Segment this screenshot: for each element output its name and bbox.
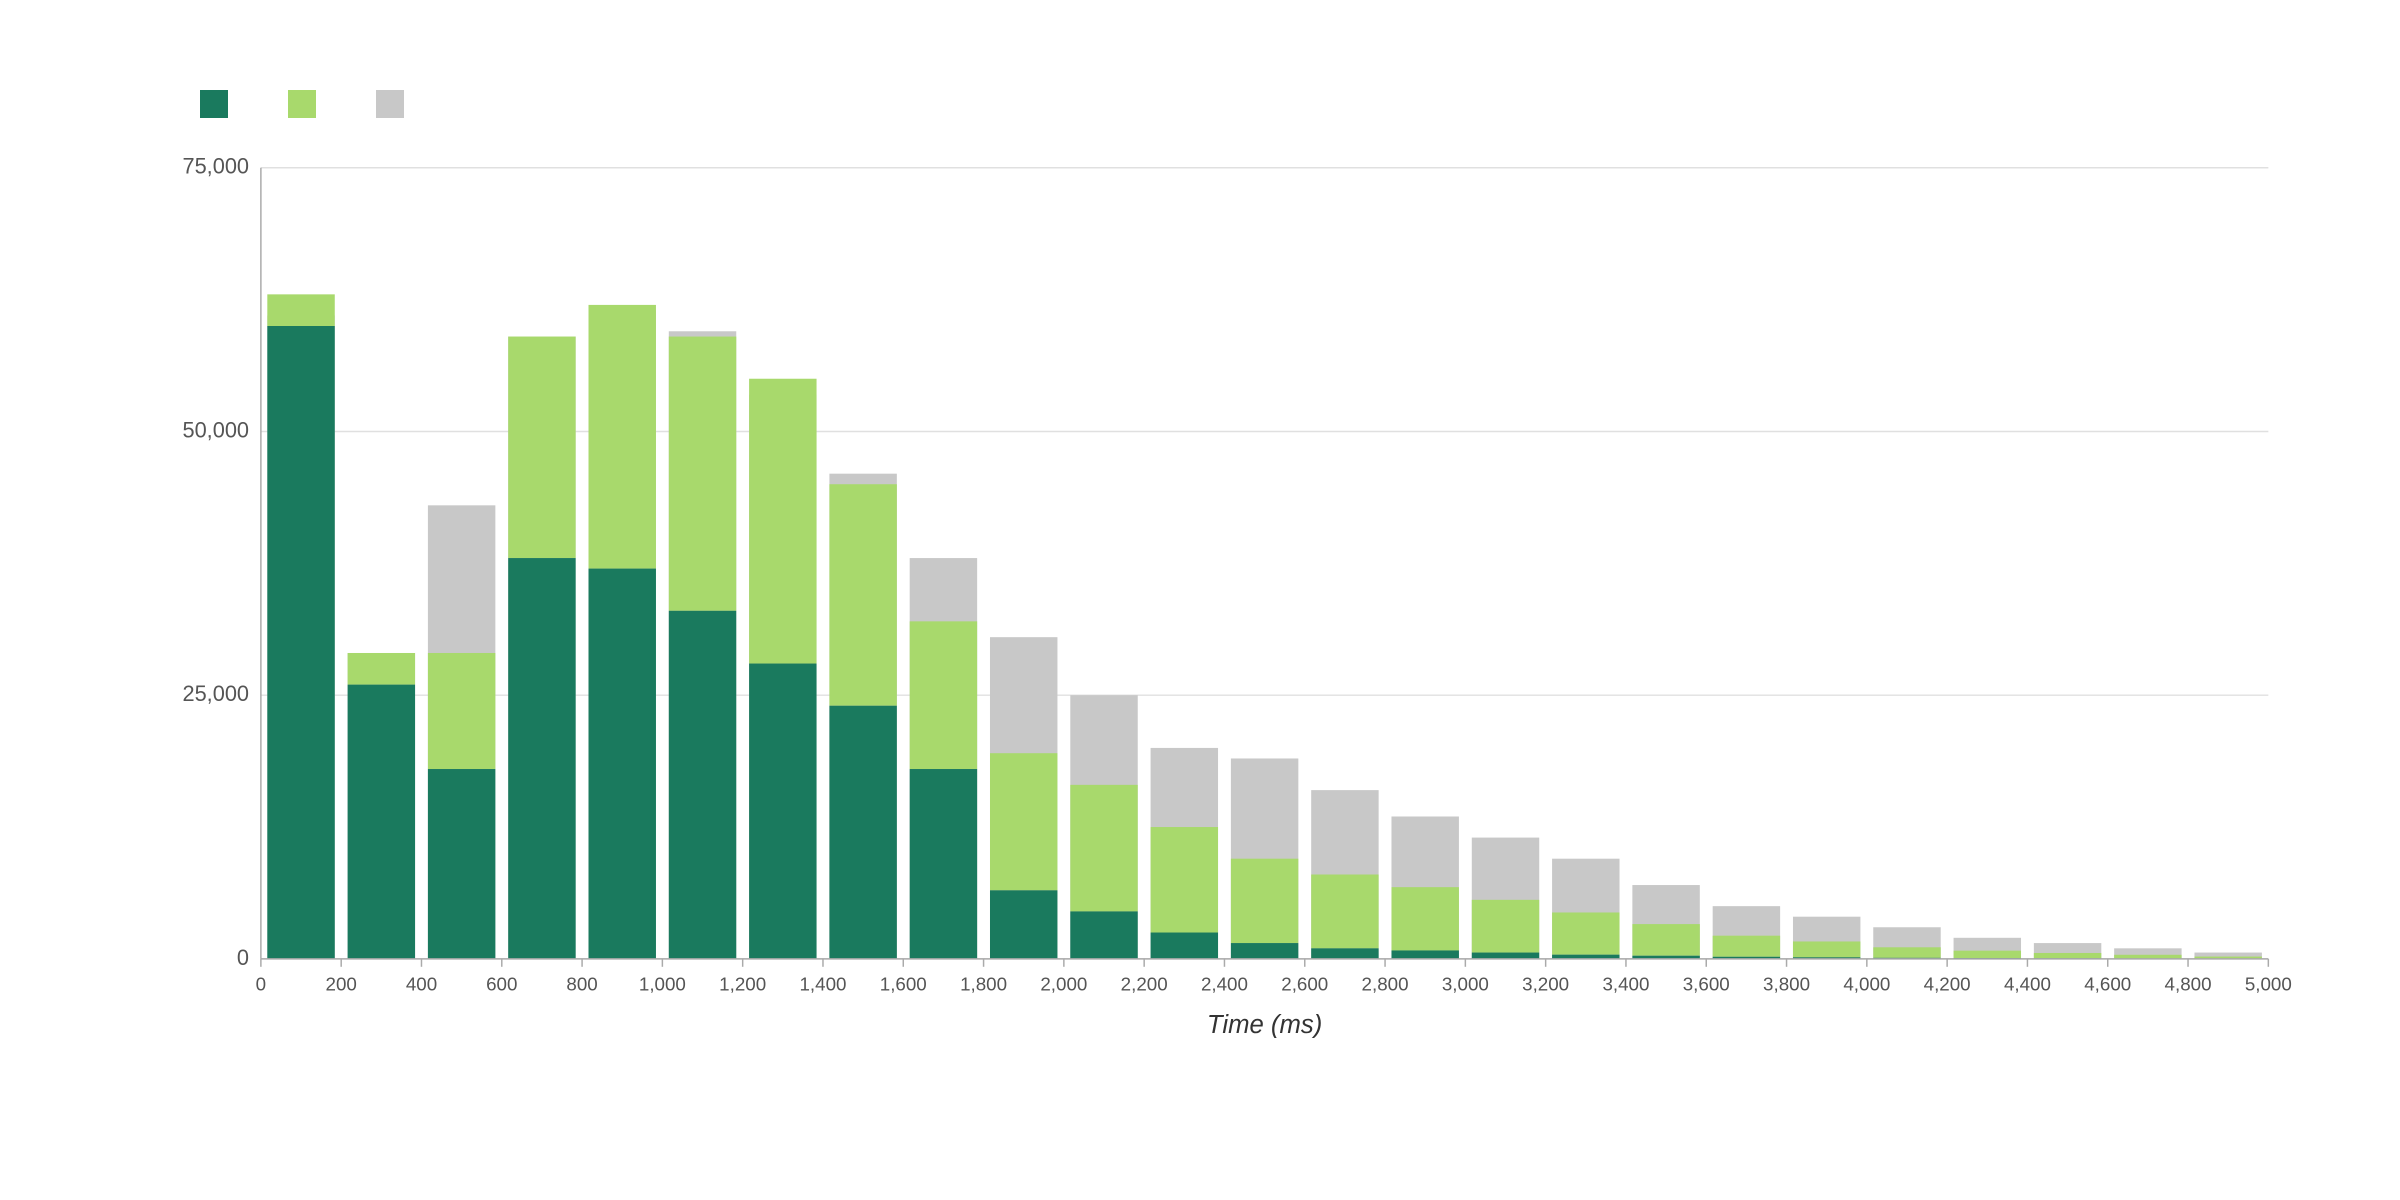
svg-text:25,000: 25,000 bbox=[182, 681, 249, 706]
bar-supported bbox=[990, 753, 1057, 890]
svg-text:2,200: 2,200 bbox=[1121, 974, 1168, 995]
svg-text:2,600: 2,600 bbox=[1281, 974, 1328, 995]
bar-supported bbox=[1632, 924, 1699, 956]
bar-controlled bbox=[1311, 948, 1378, 959]
svg-text:800: 800 bbox=[566, 974, 597, 995]
bar-controlled bbox=[1070, 911, 1137, 958]
chart-container: 0 25,000 50,000 75,000 0 200 400 600 800 1,000 1,2… bbox=[0, 0, 2400, 1200]
bar-controlled bbox=[1151, 933, 1218, 959]
bar-supported bbox=[749, 379, 816, 664]
bar-supported bbox=[2034, 953, 2101, 958]
bar-supported bbox=[589, 305, 656, 569]
bar-controlled bbox=[749, 664, 816, 959]
bar-supported bbox=[1391, 887, 1458, 950]
controlled-swatch bbox=[200, 90, 228, 118]
bar-controlled bbox=[1391, 950, 1458, 958]
svg-text:4,800: 4,800 bbox=[2165, 974, 2212, 995]
legend-item-total bbox=[376, 90, 414, 118]
svg-text:200: 200 bbox=[326, 974, 357, 995]
bar-supported bbox=[1472, 900, 1539, 953]
svg-text:600: 600 bbox=[486, 974, 517, 995]
bar-supported bbox=[669, 337, 736, 611]
svg-text:1,200: 1,200 bbox=[719, 974, 766, 995]
svg-text:400: 400 bbox=[406, 974, 437, 995]
svg-text:3,000: 3,000 bbox=[1442, 974, 1489, 995]
bar-supported bbox=[1552, 912, 1619, 954]
bar-supported bbox=[1713, 936, 1780, 957]
svg-text:75,000: 75,000 bbox=[182, 154, 249, 179]
svg-text:3,200: 3,200 bbox=[1522, 974, 1569, 995]
legend-item-controlled bbox=[200, 90, 238, 118]
bar-controlled bbox=[267, 326, 334, 959]
bar-controlled bbox=[990, 890, 1057, 959]
svg-text:50,000: 50,000 bbox=[182, 417, 249, 442]
svg-text:4,200: 4,200 bbox=[1924, 974, 1971, 995]
total-swatch bbox=[376, 90, 404, 118]
bar-supported bbox=[829, 484, 896, 706]
bar-controlled bbox=[669, 611, 736, 959]
svg-text:2,000: 2,000 bbox=[1040, 974, 1087, 995]
bar-supported bbox=[910, 621, 977, 769]
bar-controlled bbox=[1472, 953, 1539, 959]
bar-supported bbox=[1311, 875, 1378, 949]
bar-supported bbox=[508, 337, 575, 559]
bar-supported bbox=[267, 294, 334, 326]
bar-supported bbox=[1070, 785, 1137, 912]
legend bbox=[200, 90, 2320, 118]
bar-controlled bbox=[829, 706, 896, 959]
bar-supported bbox=[1231, 859, 1298, 943]
svg-text:4,400: 4,400 bbox=[2004, 974, 2051, 995]
bar-supported bbox=[1151, 827, 1218, 932]
svg-text:3,400: 3,400 bbox=[1602, 974, 1649, 995]
svg-text:3,800: 3,800 bbox=[1763, 974, 1810, 995]
svg-text:4,000: 4,000 bbox=[1843, 974, 1890, 995]
bar-supported bbox=[1954, 951, 2021, 958]
main-chart: 0 25,000 50,000 75,000 0 200 400 600 800 1,000 1,2… bbox=[140, 148, 2320, 1038]
bar-controlled bbox=[508, 558, 575, 959]
svg-text:2,800: 2,800 bbox=[1362, 974, 1409, 995]
bar-controlled bbox=[910, 769, 977, 959]
svg-text:Time (ms): Time (ms) bbox=[1207, 1011, 1322, 1038]
svg-text:1,800: 1,800 bbox=[960, 974, 1007, 995]
svg-text:0: 0 bbox=[256, 974, 266, 995]
bar-supported bbox=[1793, 941, 1860, 957]
svg-text:0: 0 bbox=[237, 945, 249, 970]
bar-controlled bbox=[428, 769, 495, 959]
svg-text:1,600: 1,600 bbox=[880, 974, 927, 995]
svg-text:2,400: 2,400 bbox=[1201, 974, 1248, 995]
bar-controlled bbox=[348, 685, 415, 959]
supported-swatch bbox=[288, 90, 316, 118]
bar-controlled bbox=[589, 569, 656, 959]
bar-controlled bbox=[1231, 943, 1298, 959]
legend-item-supported bbox=[288, 90, 326, 118]
svg-text:5,000: 5,000 bbox=[2245, 974, 2292, 995]
chart-area: 0 25,000 50,000 75,000 0 200 400 600 800 1,000 1,2… bbox=[140, 148, 2320, 1038]
bar-supported bbox=[1873, 947, 1940, 958]
svg-text:3,600: 3,600 bbox=[1683, 974, 1730, 995]
svg-text:4,600: 4,600 bbox=[2084, 974, 2131, 995]
bar-supported bbox=[428, 653, 495, 769]
svg-text:1,400: 1,400 bbox=[799, 974, 846, 995]
bar-supported bbox=[348, 653, 415, 685]
bar-supported bbox=[2114, 955, 2181, 959]
svg-text:1,000: 1,000 bbox=[639, 974, 686, 995]
